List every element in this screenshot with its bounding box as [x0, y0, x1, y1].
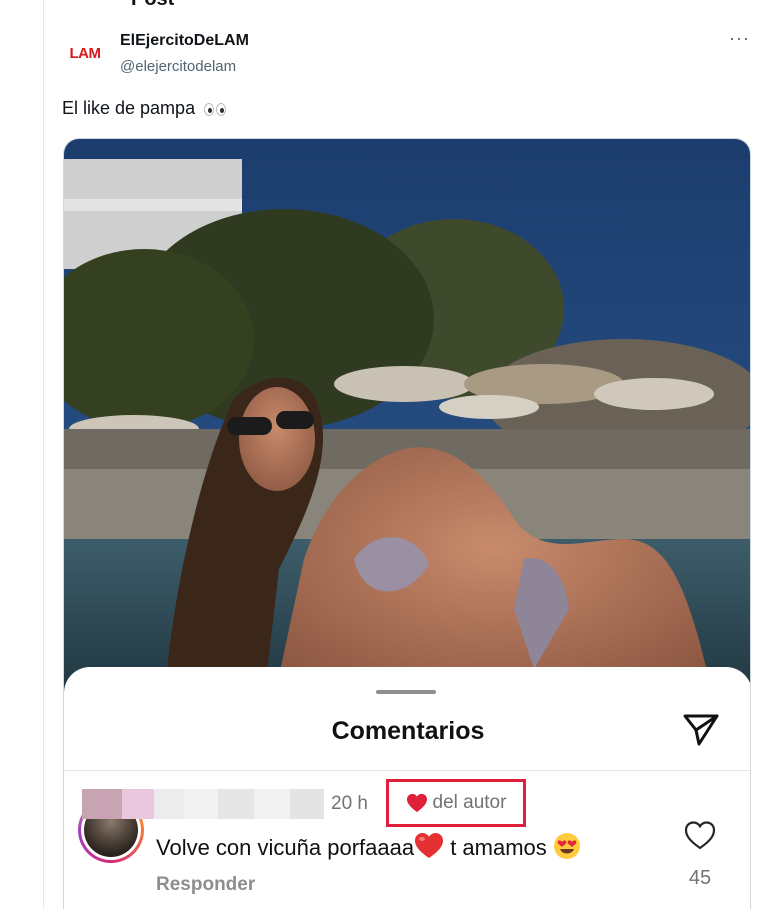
- author-badge-label: del autor: [432, 792, 507, 813]
- comment-text: Volve con vicuña porfaaaa t amamos: [156, 832, 581, 861]
- like-heart-icon[interactable]: [684, 820, 716, 850]
- comments-sheet: Comentarios 20 h del autor Volve con vic…: [64, 667, 750, 909]
- author-display-name[interactable]: ElEjercitoDeLAM: [120, 32, 249, 50]
- author-handle[interactable]: @elejercitodelam: [120, 58, 236, 75]
- page-header: Post: [131, 0, 174, 11]
- liked-by-author-badge: del autor: [386, 779, 526, 827]
- reply-button[interactable]: Responder: [156, 874, 255, 896]
- post-photo[interactable]: [64, 139, 751, 699]
- red-heart-emoji-icon: [415, 833, 444, 858]
- post-text: El like de pampa: [62, 98, 227, 119]
- comments-title: Comentarios: [331, 717, 485, 745]
- timeline-border: [43, 0, 44, 909]
- heart-eyes-emoji-icon: [553, 833, 580, 859]
- post-text-content: El like de pampa: [62, 98, 196, 118]
- comment-text-part2: t amamos: [444, 835, 547, 860]
- comment-timestamp: 20 h: [331, 793, 368, 814]
- eyes-emoji-icon: [204, 102, 227, 116]
- post-header: LAM ElEjercitoDeLAM @elejercitodelam ···: [62, 28, 752, 78]
- heart-icon: [406, 793, 427, 813]
- more-options-icon[interactable]: ···: [729, 28, 750, 49]
- paper-plane-icon[interactable]: [682, 713, 720, 747]
- commenter-username-blurred: [82, 789, 324, 819]
- comment-text-part1: Volve con vicuña porfaaaa: [156, 835, 415, 860]
- post-media[interactable]: Comentarios 20 h del autor Volve con vic…: [63, 138, 751, 909]
- author-avatar[interactable]: LAM: [62, 38, 108, 68]
- sheet-divider: [64, 770, 750, 771]
- like-count: 45: [688, 867, 712, 889]
- sheet-drag-handle[interactable]: [376, 690, 436, 694]
